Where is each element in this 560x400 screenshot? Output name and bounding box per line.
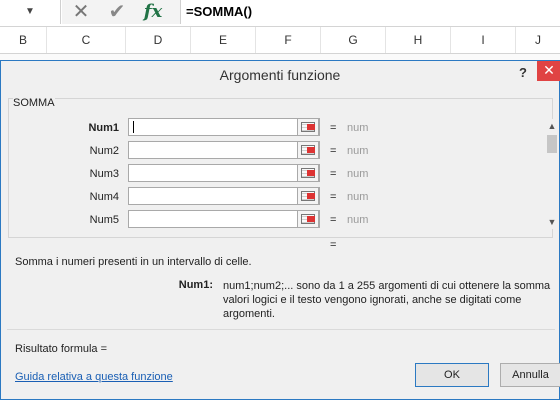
arg-result: num xyxy=(347,122,369,134)
cancel-button[interactable]: Annulla xyxy=(500,363,560,387)
arg-equals: = xyxy=(330,168,337,180)
formula-bar-separator xyxy=(60,0,61,24)
cancel-icon[interactable]: ✕ xyxy=(70,0,92,24)
num1-range-picker-icon[interactable] xyxy=(297,118,319,136)
scroll-thumb[interactable] xyxy=(547,135,557,153)
arg-label-num3: Num3 xyxy=(89,168,119,180)
function-description: Somma i numeri presenti in un intervallo… xyxy=(15,256,252,268)
formula-result-label: Risultato formula = xyxy=(15,343,108,355)
arguments-scrollbar[interactable]: ▲ ▼ xyxy=(545,119,559,229)
column-header[interactable]: E xyxy=(191,27,256,53)
column-header[interactable]: F xyxy=(256,27,321,53)
num3-range-picker-icon[interactable] xyxy=(297,164,319,182)
num2-input[interactable] xyxy=(128,141,320,159)
arg-equals: = xyxy=(330,191,337,203)
formula-input[interactable]: =SOMMA() xyxy=(186,4,252,19)
arg-result: num xyxy=(347,191,369,203)
range-arrow-glyph xyxy=(307,170,315,176)
column-header[interactable]: J xyxy=(516,27,560,53)
name-box-dropdown-icon[interactable]: ▼ xyxy=(16,2,44,22)
function-arguments-dialog: Argomenti funzione ? ✕ SOMMA Num1 = num … xyxy=(0,60,560,400)
arg-equals: = xyxy=(330,214,337,226)
num1-input[interactable] xyxy=(128,118,320,136)
function-result-equals: = xyxy=(330,239,337,251)
enter-check-icon[interactable]: ✔ xyxy=(106,0,128,24)
num2-range-picker-icon[interactable] xyxy=(297,141,319,159)
text-caret xyxy=(133,121,134,133)
column-header[interactable]: I xyxy=(451,27,516,53)
column-header[interactable]: B xyxy=(0,27,47,53)
arg-result: num xyxy=(347,145,369,157)
arg-label-num1: Num1 xyxy=(88,122,119,134)
range-arrow-glyph xyxy=(307,124,315,130)
dialog-title: Argomenti funzione xyxy=(219,67,341,83)
arg-equals: = xyxy=(330,145,337,157)
arg-help-line: valori logici e il testo vengono ignorat… xyxy=(223,294,522,306)
scroll-up-icon[interactable]: ▲ xyxy=(545,119,559,133)
ok-button[interactable]: OK xyxy=(415,363,489,387)
arg-help-name: Num1: xyxy=(178,279,213,291)
num3-input[interactable] xyxy=(128,164,320,182)
function-name-label: SOMMA xyxy=(13,97,55,109)
num4-range-picker-icon[interactable] xyxy=(297,187,319,205)
column-header[interactable]: H xyxy=(386,27,451,53)
divider xyxy=(7,329,555,330)
column-headers: B C D E F G H I J xyxy=(0,27,560,54)
formula-bar: ▼ ✕ ✔ fx =SOMMA() xyxy=(0,0,560,27)
arg-result: num xyxy=(347,168,369,180)
arg-help-line: argomenti. xyxy=(223,308,275,320)
arg-label-num2: Num2 xyxy=(89,145,119,157)
close-icon[interactable]: ✕ xyxy=(537,61,560,81)
formula-bar-buttons: ✕ ✔ fx xyxy=(62,0,181,24)
range-arrow-glyph xyxy=(307,193,315,199)
range-arrow-glyph xyxy=(307,147,315,153)
scroll-down-icon[interactable]: ▼ xyxy=(545,215,559,229)
num5-input[interactable] xyxy=(128,210,320,228)
insert-function-icon[interactable]: fx xyxy=(140,0,166,24)
function-help-link[interactable]: Guida relativa a questa funzione xyxy=(15,371,173,383)
arg-label-num5: Num5 xyxy=(89,214,119,226)
arg-help-text: num1;num2;... sono da 1 a 255 argomenti … xyxy=(223,279,559,321)
num4-input[interactable] xyxy=(128,187,320,205)
column-header[interactable]: C xyxy=(47,27,126,53)
column-header[interactable]: D xyxy=(126,27,191,53)
column-header[interactable]: G xyxy=(321,27,386,53)
dialog-titlebar[interactable]: Argomenti funzione ? ✕ xyxy=(1,61,560,89)
num5-range-picker-icon[interactable] xyxy=(297,210,319,228)
arg-help-line: num1;num2;... sono da 1 a 255 argomenti … xyxy=(223,280,551,292)
arg-equals: = xyxy=(330,122,337,134)
range-arrow-glyph xyxy=(307,216,315,222)
help-icon[interactable]: ? xyxy=(513,63,533,83)
arg-result: num xyxy=(347,214,369,226)
arg-label-num4: Num4 xyxy=(89,191,119,203)
